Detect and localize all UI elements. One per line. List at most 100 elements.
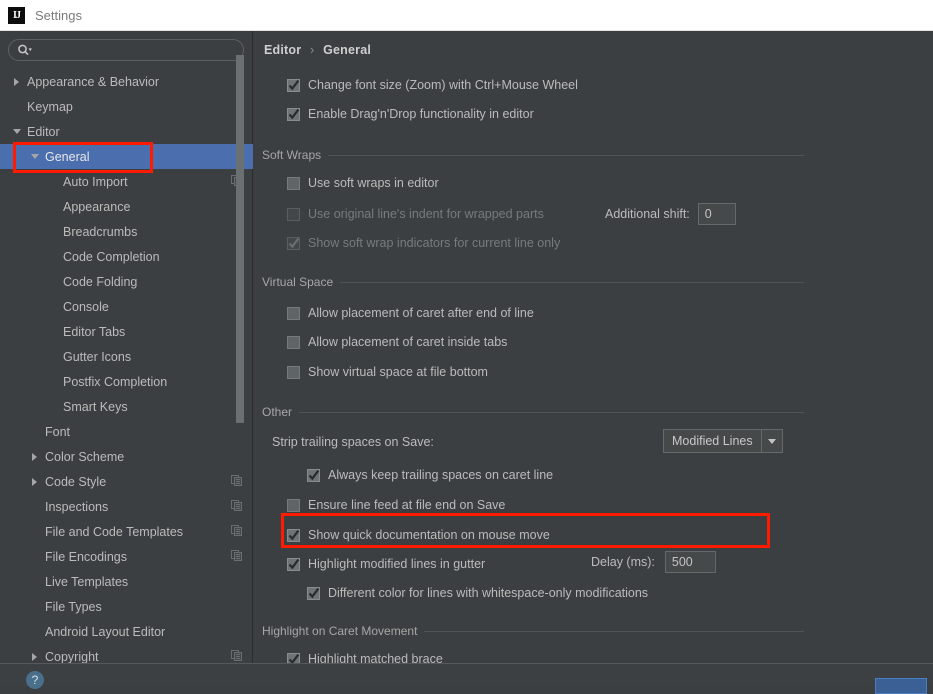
copy-settings-icon[interactable] [231, 649, 242, 664]
option-row[interactable]: Always keep trailing spaces on caret lin… [307, 465, 553, 485]
settings-sidebar: Appearance & Behavior Keymap Editor General… [0, 31, 253, 663]
sidebar-scrollbar-track[interactable] [236, 31, 248, 625]
option-row[interactable]: Enable Drag'n'Drop functionality in edit… [287, 104, 534, 124]
sidebar-item-inspections[interactable]: Inspections [0, 494, 253, 519]
sidebar-item-appearance-behavior[interactable]: Appearance & Behavior [0, 69, 253, 94]
option-row[interactable]: Allow placement of caret after end of li… [287, 303, 534, 323]
breadcrumb-root[interactable]: Editor [264, 43, 301, 57]
sidebar-item-code-style[interactable]: Code Style [0, 469, 253, 494]
option-label: Highlight modified lines in gutter [308, 557, 486, 571]
sidebar-item-editor-tabs[interactable]: Editor Tabs [0, 319, 253, 344]
sidebar-item-label: Inspections [45, 499, 109, 514]
option-row[interactable]: Ensure line feed at file end on Save [287, 495, 505, 515]
option-row[interactable]: Show soft wrap indicators for current li… [287, 233, 560, 253]
sidebar-item-color-scheme[interactable]: Color Scheme [0, 444, 253, 469]
quick-doc-delay-input[interactable]: 500 [664, 551, 716, 573]
sidebar-item-font[interactable]: Font [0, 419, 253, 444]
sidebar-item-keymap[interactable]: Keymap [0, 94, 253, 119]
search-input[interactable] [8, 39, 244, 61]
checkbox-checked[interactable] [287, 652, 300, 663]
checkbox-unchecked[interactable] [287, 207, 300, 221]
sidebar-item-file-and-code-templates[interactable]: File and Code Templates [0, 519, 253, 544]
quick-doc-delay-label: Delay (ms): [591, 555, 655, 569]
checkbox-unchecked[interactable] [287, 498, 300, 512]
sidebar-item-code-completion[interactable]: Code Completion [0, 244, 253, 269]
chevron-right-icon[interactable] [30, 476, 41, 487]
sidebar-item-smart-keys[interactable]: Smart Keys [0, 394, 253, 419]
option-row[interactable]: Change font size (Zoom) with Ctrl+Mouse … [287, 75, 578, 95]
option-row[interactable]: Show virtual space at file bottom [287, 362, 488, 382]
sidebar-item-copyright[interactable]: Copyright [0, 644, 253, 663]
sidebar-item-label: Color Scheme [45, 449, 125, 464]
sidebar-item-file-types[interactable]: File Types [0, 594, 253, 619]
section-header-label: Highlight on Caret Movement [262, 624, 418, 638]
sidebar-item-label: Postfix Completion [63, 374, 168, 389]
sidebar-item-auto-import[interactable]: Auto Import [0, 169, 253, 194]
option-label: Always keep trailing spaces on caret lin… [328, 468, 554, 482]
sidebar-item-postfix-completion[interactable]: Postfix Completion [0, 369, 253, 394]
settings-tree[interactable]: Appearance & Behavior Keymap Editor General… [0, 69, 253, 663]
ok-button[interactable] [875, 678, 927, 694]
checkbox-checked[interactable] [287, 557, 300, 571]
option-row[interactable]: Highlight modified lines in gutter [287, 554, 485, 574]
sidebar-item-appearance[interactable]: Appearance [0, 194, 253, 219]
sidebar-item-editor[interactable]: Editor [0, 119, 253, 144]
sidebar-item-gutter-icons[interactable]: Gutter Icons [0, 344, 253, 369]
sidebar-item-general[interactable]: General [0, 144, 253, 169]
checkbox-unchecked[interactable] [287, 306, 300, 320]
sidebar-scrollbar-thumb[interactable] [236, 55, 244, 423]
sidebar-item-breadcrumbs[interactable]: Breadcrumbs [0, 219, 253, 244]
option-row[interactable]: Show quick documentation on mouse move [287, 525, 550, 545]
sidebar-item-label: Code Style [45, 474, 107, 489]
option-label: Ensure line feed at file end on Save [308, 498, 506, 512]
chevron-down-icon[interactable] [760, 430, 782, 452]
option-row[interactable]: Use soft wraps in editor [287, 173, 439, 193]
checkbox-unchecked[interactable] [287, 335, 300, 349]
sidebar-item-android-layout-editor[interactable]: Android Layout Editor [0, 619, 253, 644]
chevron-down-icon[interactable] [30, 151, 41, 162]
checkbox-unchecked[interactable] [287, 176, 300, 190]
section-divider [299, 411, 804, 413]
settings-dialog: Appearance & Behavior Keymap Editor General… [0, 31, 933, 663]
sidebar-item-label: Breadcrumbs [63, 224, 138, 239]
option-row[interactable]: Highlight matched brace [287, 649, 443, 663]
sidebar-item-file-encodings[interactable]: File Encodings [0, 544, 253, 569]
chevron-right-icon[interactable] [12, 76, 23, 87]
intellij-logo-icon: IJ [8, 6, 25, 24]
option-row[interactable]: Use original line's indent for wrapped p… [287, 204, 544, 224]
option-label: Show quick documentation on mouse move [308, 528, 550, 542]
sidebar-item-console[interactable]: Console [0, 294, 253, 319]
option-label: Highlight matched brace [308, 652, 443, 663]
sidebar-item-label: File Encodings [45, 549, 127, 564]
section-header: Other [262, 405, 804, 419]
strip-trailing-spaces-label: Strip trailing spaces on Save: [272, 435, 434, 449]
checkbox-unchecked[interactable] [287, 365, 300, 379]
checkbox-checked[interactable] [307, 586, 320, 600]
sidebar-item-code-folding[interactable]: Code Folding [0, 269, 253, 294]
help-question-icon[interactable]: ? [26, 671, 44, 689]
sidebar-item-label: Smart Keys [63, 399, 128, 414]
chevron-right-icon[interactable] [30, 651, 41, 662]
checkbox-checked[interactable] [307, 468, 320, 482]
chevron-down-icon[interactable] [12, 126, 23, 137]
option-label: Allow placement of caret inside tabs [308, 335, 508, 349]
sidebar-item-label: Keymap [27, 99, 73, 114]
strip-trailing-spaces-dropdown[interactable]: Modified Lines [663, 429, 783, 453]
checkbox-checked[interactable] [287, 78, 300, 92]
additional-shift-input[interactable]: 0 [697, 203, 736, 225]
sidebar-item-live-templates[interactable]: Live Templates [0, 569, 253, 594]
checkbox-checked[interactable] [287, 236, 300, 250]
checkbox-checked[interactable] [287, 528, 300, 542]
chevron-right-icon[interactable] [30, 451, 41, 462]
option-row[interactable]: Allow placement of caret inside tabs [287, 332, 507, 352]
option-row[interactable]: Different color for lines with whitespac… [307, 583, 648, 603]
checkbox-checked[interactable] [287, 107, 300, 121]
